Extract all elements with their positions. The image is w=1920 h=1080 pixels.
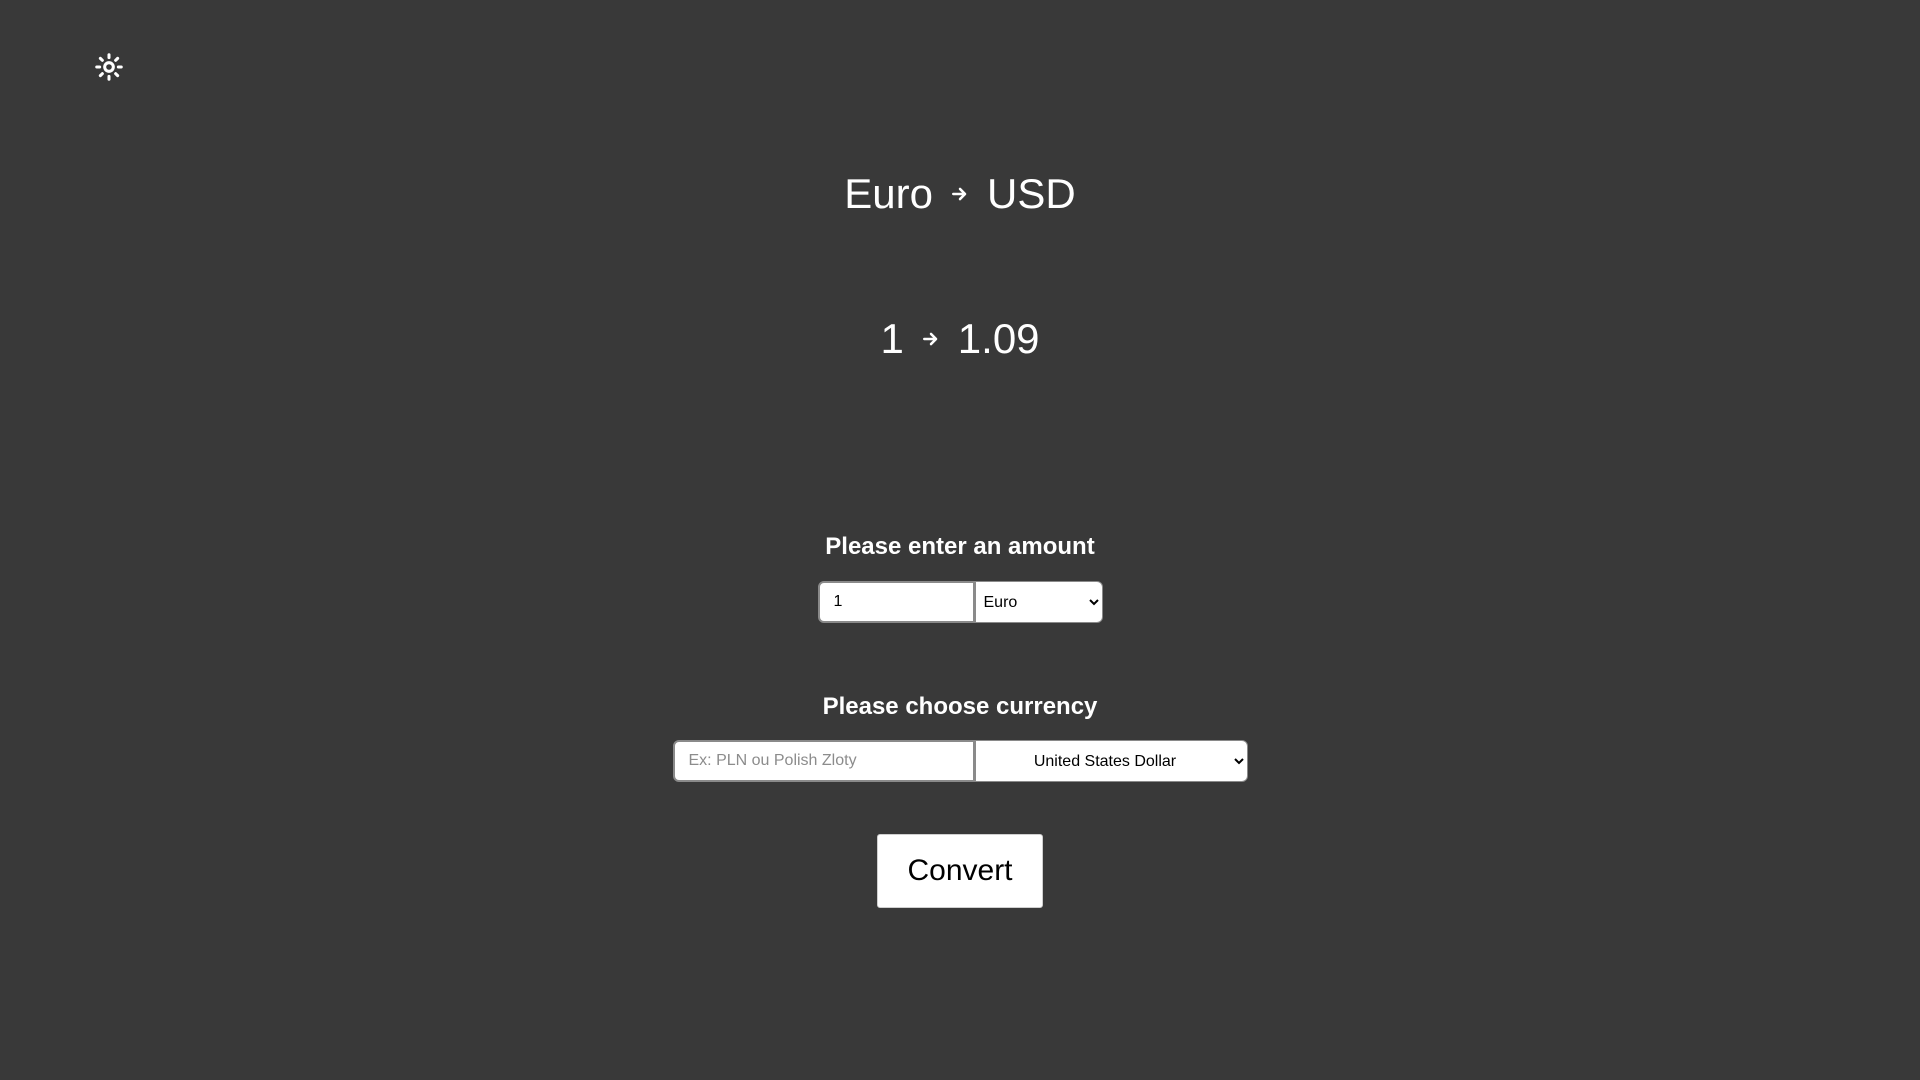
arrow-right-icon bbox=[951, 185, 969, 203]
result-amount: 1 bbox=[880, 315, 904, 362]
currency-converter-page: Euro USD 1 1.09 Please enter an amount E… bbox=[0, 0, 1920, 1080]
theme-toggle-button[interactable] bbox=[94, 52, 124, 82]
currency-section-label: Please choose currency bbox=[822, 693, 1098, 720]
currency-search-input[interactable] bbox=[672, 740, 975, 782]
amount-row: Euro bbox=[0, 581, 1920, 623]
sun-icon bbox=[95, 53, 123, 81]
arrow-right-icon bbox=[922, 330, 940, 348]
currency-pair-title: Euro USD bbox=[0, 168, 1920, 220]
amount-input[interactable] bbox=[817, 581, 975, 623]
to-currency-name: USD bbox=[987, 170, 1076, 217]
from-currency-name: Euro bbox=[844, 170, 934, 217]
target-currency-select[interactable]: United States Dollar bbox=[974, 740, 1248, 782]
amount-section-label: Please enter an amount bbox=[825, 533, 1095, 560]
result-converted-value: 1.09 bbox=[957, 315, 1040, 362]
convert-button[interactable]: Convert bbox=[877, 834, 1043, 908]
currency-row: United States Dollar bbox=[0, 740, 1920, 782]
source-currency-select[interactable]: Euro bbox=[974, 581, 1103, 623]
conversion-result: 1 1.09 bbox=[0, 313, 1920, 365]
